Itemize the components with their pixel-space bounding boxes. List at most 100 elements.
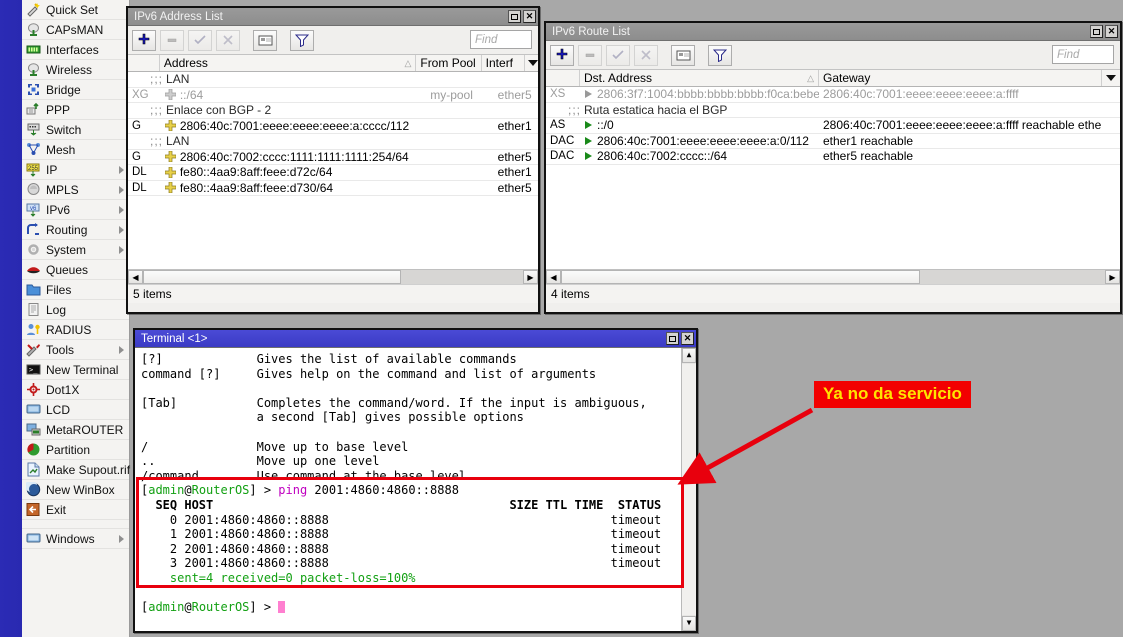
sidebar-item-mpls[interactable]: MPLS (22, 180, 129, 200)
table-row[interactable]: XS2806:3f7:1004:bbbb:bbbb:bbbb:f0ca:bebe… (546, 87, 1120, 103)
sidebar-item-switch[interactable]: Switch (22, 120, 129, 140)
sidebar-item-new-terminal[interactable]: >_New Terminal (22, 360, 129, 380)
enable-button[interactable] (606, 45, 630, 66)
sidebar-item-label: New WinBox (46, 483, 115, 497)
filter-button[interactable] (708, 45, 732, 66)
ipv6-address-list-window[interactable]: IPv6 Address List ✕ Find (126, 6, 540, 314)
cell-dst-address: 2806:3f7:1004:bbbb:bbbb:bbbb:f0ca:bebe (580, 87, 819, 101)
col-gateway[interactable]: Gateway (819, 70, 1102, 86)
col-flags[interactable] (546, 70, 580, 86)
sidebar-item-make-supout-rif[interactable]: Make Supout.rif (22, 460, 129, 480)
comment-button[interactable] (253, 30, 277, 51)
cell-gateway: 2806:40c:7001:eeee:eeee:eeee:a:ffff reac… (819, 118, 1102, 132)
table-row[interactable]: DLfe80::4aa9:8aff:feee:d72c/64ether1 (128, 165, 538, 181)
address-table[interactable]: Address △ From Pool Interf ;;;LANXG::/64… (128, 54, 538, 269)
comment-button[interactable] (671, 45, 695, 66)
table-row[interactable]: AS::/02806:40c:7001:eeee:eeee:eeee:a:fff… (546, 118, 1120, 134)
table-row-comment[interactable]: ;;;LAN (128, 72, 538, 88)
route-table[interactable]: Dst. Address △ Gateway XS2806:3f7:1004:b… (546, 69, 1120, 269)
sidebar-item-mesh[interactable]: Mesh (22, 140, 129, 160)
terminal-vscrollbar[interactable]: ▲ ▼ (681, 348, 696, 631)
scroll-down-arrow[interactable]: ▼ (682, 616, 696, 631)
sidebar-item-exit[interactable]: Exit (22, 500, 129, 520)
route-hscrollbar[interactable]: ◀ ▶ (546, 269, 1120, 284)
remove-button[interactable] (578, 45, 602, 66)
sidebar-item-metarouter[interactable]: MetaROUTER (22, 420, 129, 440)
table-row[interactable]: DAC2806:40c:7002:cccc::/64ether5 reachab… (546, 149, 1120, 165)
sidebar-item-routing[interactable]: Routing (22, 220, 129, 240)
sidebar-item-ip[interactable]: 255IP (22, 160, 129, 180)
sidebar-item-new-winbox[interactable]: New WinBox (22, 480, 129, 500)
address-hscroll-track[interactable] (143, 270, 523, 284)
sidebar-item-ppp[interactable]: PPP (22, 100, 129, 120)
col-flags[interactable] (128, 55, 160, 71)
col-dst-address[interactable]: Dst. Address △ (580, 70, 819, 86)
column-chooser-button[interactable] (525, 55, 538, 71)
scroll-left-arrow[interactable]: ◀ (546, 270, 561, 284)
disable-button[interactable] (634, 45, 658, 66)
table-row[interactable]: XG::/64my-poolether5 (128, 88, 538, 104)
close-button[interactable]: ✕ (1105, 25, 1118, 38)
wand-icon (26, 2, 41, 17)
route-window-titlebar[interactable]: IPv6 Route List ✕ (546, 23, 1120, 41)
address-hscroll-thumb[interactable] (143, 270, 401, 284)
remove-button[interactable] (160, 30, 184, 51)
col-from-pool[interactable]: From Pool (416, 55, 481, 71)
terminal-window[interactable]: Terminal <1> ✕ [?] Gives the list of ava… (133, 328, 698, 633)
terminal-vscroll-track[interactable] (682, 364, 696, 615)
sidebar-item-system[interactable]: System (22, 240, 129, 260)
address-find-input[interactable]: Find (470, 30, 532, 49)
sidebar-item-capsman[interactable]: CAPsMAN (22, 20, 129, 40)
sidebar-item-wireless[interactable]: Wireless (22, 60, 129, 80)
route-table-header: Dst. Address △ Gateway (546, 69, 1120, 87)
close-button[interactable]: ✕ (681, 332, 694, 345)
add-button[interactable] (550, 45, 574, 66)
table-row-comment[interactable]: ;;;LAN (128, 134, 538, 150)
terminal-output[interactable]: [?] Gives the list of available commands… (135, 348, 696, 631)
address-hscrollbar[interactable]: ◀ ▶ (128, 269, 538, 284)
sidebar-item-radius[interactable]: RADIUS (22, 320, 129, 340)
address-window-titlebar[interactable]: IPv6 Address List ✕ (128, 8, 538, 26)
table-row[interactable]: DLfe80::4aa9:8aff:feee:d730/64ether5 (128, 181, 538, 197)
sidebar-item-partition[interactable]: Partition (22, 440, 129, 460)
scroll-left-arrow[interactable]: ◀ (128, 270, 143, 284)
terminal-titlebar[interactable]: Terminal <1> ✕ (135, 330, 696, 348)
sidebar-item-windows[interactable]: Windows (22, 529, 129, 549)
route-hscroll-track[interactable] (561, 270, 1105, 284)
add-button[interactable] (132, 30, 156, 51)
table-row[interactable]: G2806:40c:7001:eeee:eeee:eeee:a:cccc/112… (128, 119, 538, 135)
route-hscroll-thumb[interactable] (561, 270, 920, 284)
enable-button[interactable] (188, 30, 212, 51)
scroll-right-arrow[interactable]: ▶ (523, 270, 538, 284)
table-row-comment[interactable]: ;;;Enlace con BGP - 2 (128, 103, 538, 119)
sidebar-item-files[interactable]: Files (22, 280, 129, 300)
maximize-button[interactable] (508, 10, 521, 23)
maximize-button[interactable] (1090, 25, 1103, 38)
sidebar-item-lcd[interactable]: LCD (22, 400, 129, 420)
col-address[interactable]: Address △ (160, 55, 416, 71)
sidebar-item-ipv6[interactable]: v6IPv6 (22, 200, 129, 220)
table-row[interactable]: DAC2806:40c:7001:eeee:eeee:eeee:a:0/112e… (546, 134, 1120, 150)
ipv6-route-list-window[interactable]: IPv6 Route List ✕ Find (544, 21, 1122, 314)
filter-button[interactable] (290, 30, 314, 51)
cell-gateway: ether5 reachable (819, 149, 1102, 163)
sidebar-item-dot1x[interactable]: Dot1X (22, 380, 129, 400)
disable-button[interactable] (216, 30, 240, 51)
route-find-input[interactable]: Find (1052, 45, 1114, 64)
table-row[interactable]: G2806:40c:7002:cccc:1111:1111:1111:254/6… (128, 150, 538, 166)
sidebar-item-quick-set[interactable]: Quick Set (22, 0, 129, 20)
route-rows: XS2806:3f7:1004:bbbb:bbbb:bbbb:f0ca:bebe… (546, 87, 1120, 165)
sidebar-item-bridge[interactable]: Bridge (22, 80, 129, 100)
sidebar-item-interfaces[interactable]: Interfaces (22, 40, 129, 60)
scroll-up-arrow[interactable]: ▲ (682, 348, 696, 363)
scroll-right-arrow[interactable]: ▶ (1105, 270, 1120, 284)
sidebar-item-tools[interactable]: Tools (22, 340, 129, 360)
sidebar-item-queues[interactable]: Queues (22, 260, 129, 280)
route-item-count: 4 items (551, 287, 590, 301)
table-row-comment[interactable]: ;;;Ruta estatica hacia el BGP (546, 103, 1120, 119)
col-interface[interactable]: Interf (482, 55, 525, 71)
maximize-button[interactable] (666, 332, 679, 345)
column-chooser-button[interactable] (1102, 70, 1116, 86)
close-button[interactable]: ✕ (523, 10, 536, 23)
sidebar-item-log[interactable]: Log (22, 300, 129, 320)
